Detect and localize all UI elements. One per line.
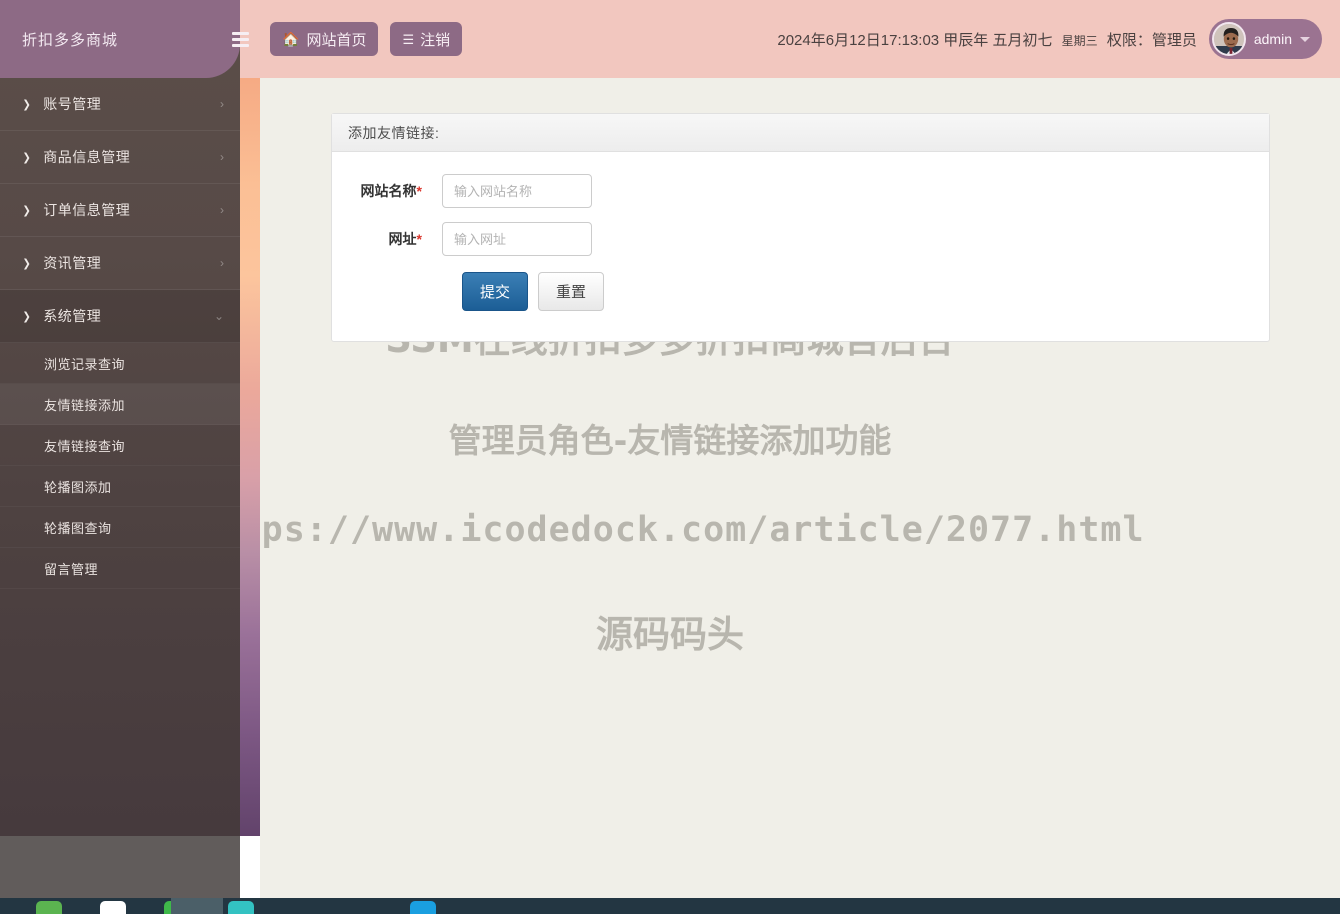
avatar [1211,22,1246,56]
sidebar-group-label: 订单信息管理 [43,202,131,218]
sidebar-group-1[interactable]: ❯ 商品信息管理 › [0,131,240,184]
home-icon: 🏠 [282,31,300,47]
chevron-right-icon: ❯ [22,257,31,270]
form-row-1: 网址* [332,222,1269,256]
chevron-right-icon: ❯ [22,151,31,164]
chevron-right-icon: ❯ [22,98,31,111]
angle-right-icon: › [220,256,224,270]
taskbar-icon-browser[interactable] [36,901,62,914]
panel-body: 网站名称*网址* 提交 重置 [332,152,1269,341]
weekday-text: 星期三 [1061,33,1098,48]
avatar-image [1213,24,1244,54]
sidebar-item-label: 浏览记录查询 [44,356,126,372]
sidebar-group-0[interactable]: ❯ 账号管理 › [0,78,240,131]
taskbar-icon-teal[interactable] [228,901,254,914]
panel-title: 添加友情链接: [332,114,1269,152]
sidebar-item-0[interactable]: 浏览记录查询 [0,343,240,384]
sidebar-item-4[interactable]: 轮播图查询 [0,507,240,548]
sidebar-gradient-strip [240,0,260,836]
sidebar-item-3[interactable]: 轮播图添加 [0,466,240,507]
logout-button-label: 注销 [420,31,451,49]
angle-right-icon: › [220,150,224,164]
logout-button[interactable]: ☰ 注销 [390,22,463,56]
sidebar-group-2[interactable]: ❯ 订单信息管理 › [0,184,240,237]
sidebar-item-label: 轮播图查询 [44,520,112,536]
add-friend-link-panel: 添加友情链接: 网站名称*网址* 提交 重置 [331,113,1270,342]
form-row-0: 网站名称* [332,174,1269,208]
brand-title: 折扣多多商城 [22,31,119,49]
top-header: 🏠 网站首页 ☰ 注销 2024年6月12日17:13:03 甲辰年 五月初七 … [231,0,1340,78]
chevron-right-icon: ❯ [22,310,31,323]
sidebar-item-5[interactable]: 留言管理 [0,548,240,589]
sidebar-item-1[interactable]: 友情链接添加 [0,384,240,425]
angle-right-icon: › [220,203,224,217]
brand-logo[interactable]: 折扣多多商城 [0,0,240,78]
sidebar-item-label: 留言管理 [44,561,99,577]
sidebar-item-label: 轮播图添加 [44,479,112,495]
required-marker: * [416,183,422,199]
datetime-text: 2024年6月12日17:13:03 甲辰年 五月初七 [777,31,1053,49]
sidebar-nav: ❯ 账号管理 › ❯ 商品信息管理 › ❯ 订单信息管理 › ❯ 资讯管理 › ❯ 系统管理 ⌄ 浏览记录查询… [0,78,240,589]
form-input-1[interactable] [442,222,592,256]
chevron-right-icon: ❯ [22,204,31,217]
sidebar-item-label: 友情链接查询 [44,438,126,454]
form-label-0: 网站名称* [332,181,442,201]
angle-right-icon: › [220,97,224,111]
sidebar-group-label: 商品信息管理 [43,149,131,165]
datetime-display: 2024年6月12日17:13:03 甲辰年 五月初七 星期三 权限：管理员 [777,29,1197,50]
strip-under-block [240,836,260,898]
os-taskbar[interactable] [0,898,1340,914]
app-root: SSM在线折扣多多折扣商城含后台 管理员角色-友情链接添加功能 https://… [0,0,1340,914]
bars-icon: ☰ [402,31,414,47]
taskbar-icon-app[interactable] [100,901,126,914]
sidebar-under-block [0,836,240,898]
user-menu[interactable]: admin [1208,19,1322,59]
sidebar-group-3[interactable]: ❯ 资讯管理 › [0,237,240,290]
reset-button[interactable]: 重置 [538,272,605,311]
chevron-down-icon[interactable] [1300,36,1310,42]
sidebar-item-label: 友情链接添加 [44,397,126,413]
sidebar-item-2[interactable]: 友情链接查询 [0,425,240,466]
sidebar-group-label: 资讯管理 [43,255,102,271]
form-label-1: 网址* [332,229,442,249]
hamburger-icon[interactable] [231,31,249,47]
taskbar-active-highlight [171,898,223,914]
header-right-area: 2024年6月12日17:13:03 甲辰年 五月初七 星期三 权限：管理员 a… [777,19,1322,59]
form-fields: 网站名称*网址* [332,174,1269,256]
role-text: 权限：管理员 [1106,31,1197,49]
home-button-label: 网站首页 [306,31,367,49]
sidebar-group-4[interactable]: ❯ 系统管理 ⌄ [0,290,240,343]
sidebar-group-label: 系统管理 [43,308,102,324]
form-input-0[interactable] [442,174,592,208]
header-left-actions: 🏠 网站首页 ☰ 注销 [270,22,463,56]
home-button[interactable]: 🏠 网站首页 [270,22,379,56]
taskbar-icon-blue[interactable] [410,901,436,914]
main-content: 添加友情链接: 网站名称*网址* 提交 重置 [260,78,1340,898]
sidebar: 折扣多多商城 ❯ 账号管理 › ❯ 商品信息管理 › ❯ 订单信息管理 › ❯ 资讯管理 › ❯ 系统管理… [0,0,240,836]
sidebar-group-label: 账号管理 [43,96,102,112]
user-name: admin [1253,31,1292,47]
form-label-text: 网站名称 [360,183,417,199]
form-label-text: 网址 [388,231,417,247]
required-marker: * [416,231,422,247]
angle-down-icon: ⌄ [213,309,224,323]
sidebar-toggle[interactable] [218,0,262,78]
form-actions: 提交 重置 [332,272,1269,311]
submit-button[interactable]: 提交 [462,272,529,311]
